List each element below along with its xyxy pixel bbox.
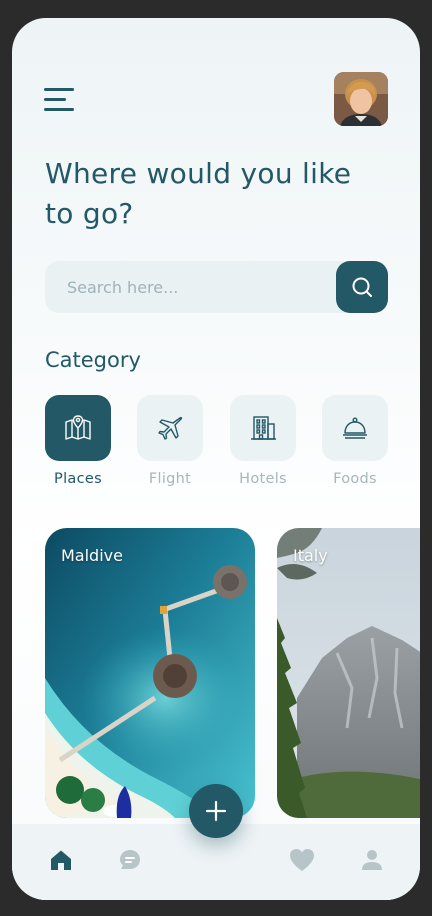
category-heading: Category (45, 348, 141, 372)
destination-name: Maldive (61, 546, 123, 565)
page-title: Where would you like to go? (45, 157, 352, 230)
category-hotels[interactable]: Hotels (230, 395, 296, 487)
category-label: Flight (148, 471, 192, 487)
food-cloche-icon (343, 417, 367, 439)
hotel-building-icon (251, 416, 276, 440)
profile-icon (362, 850, 382, 870)
search-icon (352, 277, 372, 297)
destination-card-italy[interactable]: Italy (277, 528, 420, 818)
search-button[interactable] (336, 261, 388, 313)
nav-home[interactable] (49, 848, 73, 876)
add-button[interactable] (189, 784, 243, 838)
nav-chat[interactable] (118, 848, 142, 876)
category-places[interactable]: Places (45, 395, 111, 487)
destination-card-maldive[interactable]: Maldive (45, 528, 255, 818)
category-flight[interactable]: Flight (137, 395, 203, 487)
italy-photo (277, 528, 420, 818)
category-label: Places (54, 471, 102, 487)
airplane-icon (158, 416, 183, 440)
search-bar (45, 261, 388, 313)
destination-name: Italy (293, 546, 328, 565)
app-screen: Where would you like to go? Category Pla… (12, 18, 420, 900)
nav-favorites[interactable] (289, 848, 315, 876)
search-input[interactable] (45, 261, 335, 313)
user-avatar[interactable] (334, 72, 388, 126)
category-label: Foods (333, 471, 377, 487)
nav-profile[interactable] (360, 848, 384, 876)
hamburger-menu-icon[interactable] (44, 88, 74, 112)
plus-icon (205, 800, 227, 822)
chat-icon (120, 850, 140, 869)
maldive-photo (45, 528, 255, 818)
map-icon (65, 415, 91, 440)
home-icon (51, 850, 71, 870)
heart-icon (290, 849, 314, 871)
category-foods[interactable]: Foods (322, 395, 388, 487)
category-label: Hotels (239, 471, 287, 487)
